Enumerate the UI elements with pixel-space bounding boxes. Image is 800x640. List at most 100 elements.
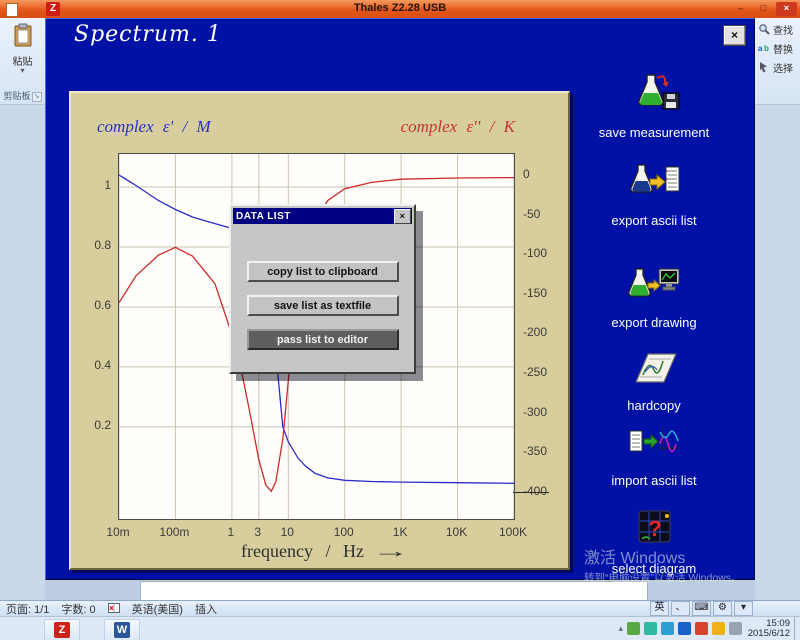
y-axis-left-tick: 0.6: [94, 297, 111, 312]
spectrum-close-button[interactable]: ×: [723, 25, 746, 46]
dialog-title: DATA LIST: [236, 210, 291, 222]
svg-text:a: a: [758, 44, 763, 53]
y-axis-right-tick: -300: [523, 404, 548, 419]
tray-icon[interactable]: [678, 622, 691, 635]
hidden-icons-arrow[interactable]: ▴: [618, 623, 623, 634]
status-insert-mode[interactable]: 插入: [195, 601, 217, 617]
x-axis-arrow-icon: →: [371, 541, 410, 561]
ime-punctuation-toggle[interactable]: 、: [671, 601, 690, 616]
menu-import-ascii-list[interactable]: import ascii list: [589, 419, 719, 488]
paste-dropdown-icon[interactable]: ▾: [4, 67, 41, 75]
import-ascii-list-icon: [629, 425, 681, 453]
taskbar: Z W ▴ 15:09 2015/6/12: [0, 616, 800, 640]
x-axis-tick: 10: [280, 525, 294, 539]
menu-save-measurement[interactable]: save measurement: [589, 71, 719, 140]
x-axis-tick: 10K: [445, 525, 468, 539]
right-axis-title: complex ε'' / K: [400, 117, 515, 136]
clipboard-paste-icon: [14, 23, 31, 47]
menu-hardcopy[interactable]: hardcopy: [589, 344, 719, 413]
save-measurement-icon: [638, 74, 680, 110]
screen: Z Thales Z2.28 USB – □ × 粘贴 ▾ 剪贴板 ↘ 查找 a…: [0, 0, 800, 640]
export-drawing-icon: [628, 268, 680, 297]
select-cursor-icon: [760, 62, 767, 73]
find-button[interactable]: 查找: [755, 18, 800, 37]
replace-button[interactable]: a b 替换: [755, 37, 800, 56]
x-axis-tick: 10m: [106, 525, 130, 539]
paste-button[interactable]: 粘贴 ▾: [4, 22, 41, 86]
tray-icons: [627, 622, 742, 635]
menu-export-drawing[interactable]: export drawing: [589, 261, 719, 330]
status-word-count[interactable]: 字数: 0: [61, 601, 95, 617]
select-label: 选择: [773, 63, 793, 75]
thales-taskbar-icon: Z: [54, 622, 70, 638]
select-diagram-icon: ?: [638, 510, 671, 543]
dialog-launcher-icon[interactable]: ↘: [31, 91, 42, 102]
taskbar-word-app[interactable]: W: [104, 619, 140, 640]
ribbon-clipboard-group: 粘贴 ▾ 剪贴板 ↘: [0, 18, 45, 105]
pass-list-to-editor-button[interactable]: pass list to editor: [246, 329, 399, 350]
tray-icon[interactable]: [729, 622, 742, 635]
word-document-strip: [45, 580, 755, 600]
thales-spectrum-window: Spectrum. 1 × complex ε' / M complex ε''…: [45, 18, 755, 580]
menu-export-ascii-list[interactable]: export ascii list: [589, 159, 719, 228]
find-label: 查找: [773, 25, 793, 37]
clock-date: 2015/6/12: [747, 628, 790, 639]
y-axis-right-tick: -250: [523, 365, 548, 380]
ime-settings-icon[interactable]: ⚙: [713, 601, 732, 616]
copy-list-to-clipboard-button[interactable]: copy list to clipboard: [246, 261, 399, 282]
left-axis-title: complex ε' / M: [97, 117, 211, 136]
close-button[interactable]: ×: [776, 2, 797, 16]
ime-language-toggle[interactable]: 英: [650, 601, 669, 616]
x-axis-title: frequency / Hz →: [241, 541, 410, 561]
y-axis-left-tick: 0.8: [94, 237, 111, 252]
window-controls: – □ ×: [730, 2, 797, 16]
minimize-button[interactable]: –: [730, 2, 751, 16]
proofing-status-icon[interactable]: [107, 603, 120, 614]
clipboard-group-label: 剪贴板 ↘: [0, 89, 45, 102]
tray-icon[interactable]: [695, 622, 708, 635]
status-page-count[interactable]: 页面: 1/1: [6, 601, 49, 617]
status-language[interactable]: 英语(美国): [132, 601, 183, 617]
svg-text:?: ?: [648, 516, 661, 541]
document-icon: [6, 3, 18, 17]
tray-icon[interactable]: [712, 622, 725, 635]
data-list-dialog: DATA LIST × copy list to clipboard save …: [229, 204, 416, 374]
word-page-edge: [140, 581, 648, 600]
taskbar-thales-app[interactable]: Z: [44, 619, 80, 640]
right-axis-marker-line: [513, 492, 549, 493]
tray-icon[interactable]: [627, 622, 640, 635]
save-list-as-textfile-button[interactable]: save list as textfile: [246, 295, 399, 316]
menu-select-diagram[interactable]: ? select diagram: [589, 507, 719, 576]
replace-label: 替换: [773, 44, 793, 56]
show-desktop-button[interactable]: [794, 617, 800, 640]
menu-label: export drawing: [611, 315, 697, 330]
find-icon: [759, 24, 770, 35]
spectrum-window-title: Spectrum. 1: [74, 22, 222, 47]
word-right-edge: 查找 a b 替换 选择: [755, 18, 800, 600]
x-axis-tick: 100: [333, 525, 354, 539]
y-axis-right-tick: -50: [523, 206, 541, 221]
menu-label: save measurement: [598, 125, 710, 140]
y-axis-right-tick: -150: [523, 285, 548, 300]
tray-icon[interactable]: [644, 622, 657, 635]
menu-label: hardcopy: [627, 398, 681, 413]
tray-icon[interactable]: [661, 622, 674, 635]
select-button[interactable]: 选择: [755, 56, 800, 75]
x-axis-tick: 100K: [498, 525, 528, 539]
maximize-button[interactable]: □: [753, 2, 774, 16]
ime-keyboard-icon[interactable]: ⌨: [692, 601, 711, 616]
y-axis-right-tick: 0: [523, 167, 530, 182]
word-left-edge: 粘贴 ▾ 剪贴板 ↘: [0, 18, 45, 600]
dialog-titlebar[interactable]: DATA LIST ×: [233, 208, 412, 224]
taskbar-clock[interactable]: 15:09 2015/6/12: [748, 619, 790, 639]
y-axis-right-tick: -400: [523, 483, 548, 498]
ime-options-arrow[interactable]: ▾: [734, 601, 753, 616]
window-titlebar: Z Thales Z2.28 USB – □ ×: [0, 0, 800, 18]
menu-label: export ascii list: [611, 213, 697, 228]
dialog-close-button[interactable]: ×: [394, 209, 411, 224]
y-axis-right-tick: -200: [523, 325, 548, 340]
x-axis-tick: 1K: [392, 525, 408, 539]
y-axis-left-tick: 1: [104, 177, 111, 192]
y-axis-left-tick: 0.4: [94, 357, 111, 372]
y-axis-left-tick: 0.2: [94, 417, 111, 432]
